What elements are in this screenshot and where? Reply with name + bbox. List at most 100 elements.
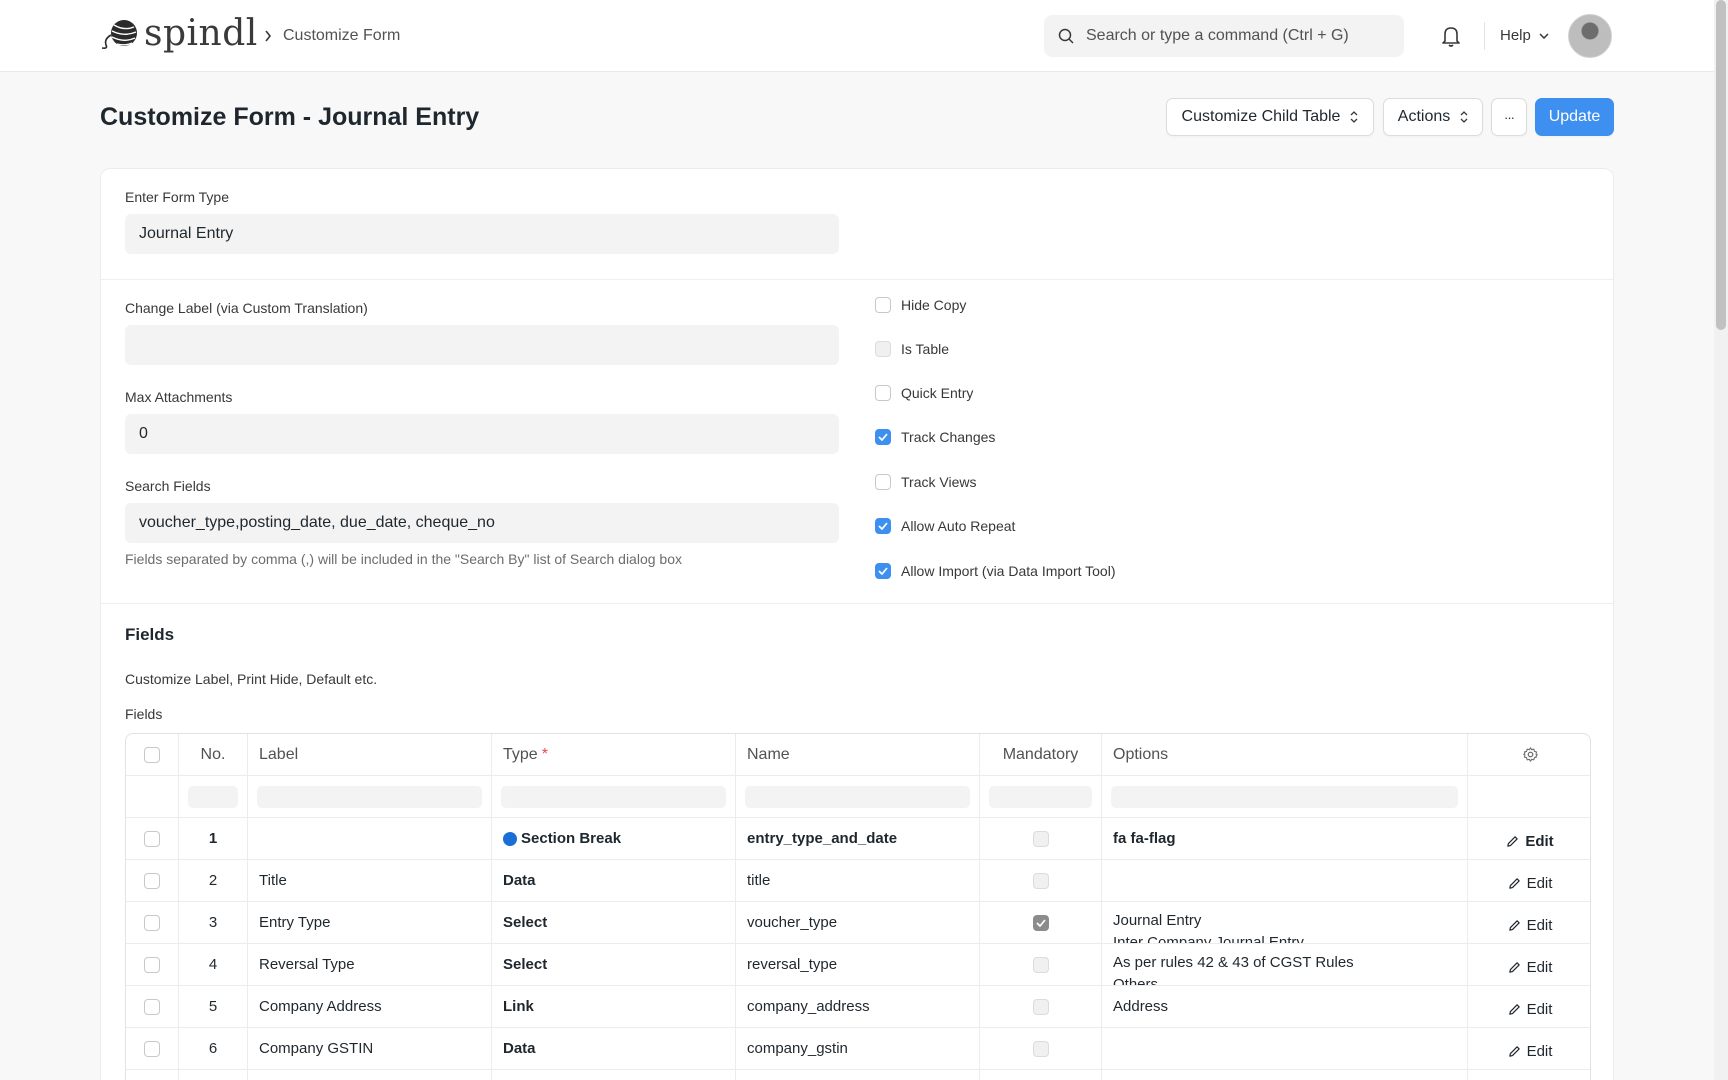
edit-button[interactable]: Edit	[1508, 1001, 1552, 1018]
filter-input-no[interactable]	[188, 785, 238, 808]
column-header-name: Name	[736, 734, 980, 775]
table-row[interactable]: 1 Section Break entry_type_and_date fa f…	[126, 818, 1590, 860]
row-options[interactable]	[1102, 860, 1468, 901]
select-all-checkbox[interactable]	[144, 746, 160, 763]
filter-input-mandatory[interactable]	[989, 785, 1092, 808]
filter-input-type[interactable]	[501, 785, 726, 808]
table-row[interactable]: 5 Company Address Link company_address A…	[126, 986, 1590, 1028]
checkbox-box[interactable]	[875, 563, 891, 579]
checkbox-label: Allow Import (via Data Import Tool)	[901, 563, 1116, 579]
row-label[interactable]: Entry Type	[248, 902, 492, 943]
row-label[interactable]: Reversal Type	[248, 944, 492, 985]
row-type[interactable]: Link	[492, 986, 736, 1027]
help-dropdown[interactable]: Help	[1500, 26, 1549, 46]
filter-input-options[interactable]	[1111, 785, 1458, 808]
edit-button[interactable]: Edit	[1508, 875, 1552, 892]
actions-button[interactable]: Actions	[1383, 98, 1483, 136]
allow-auto-repeat-checkbox[interactable]: Allow Auto Repeat	[875, 518, 1015, 534]
row-label[interactable]: Company GSTIN	[248, 1028, 492, 1069]
gear-icon[interactable]	[1522, 746, 1539, 763]
row-name[interactable]: reversal_type	[736, 944, 980, 985]
filter-cell	[1468, 776, 1590, 817]
filter-input-label[interactable]	[257, 785, 482, 808]
track-views-checkbox[interactable]: Track Views	[875, 474, 976, 490]
edit-button[interactable]: Edit	[1508, 959, 1552, 976]
scrollbar-thumb[interactable]	[1716, 0, 1726, 330]
row-type[interactable]: Data	[492, 1028, 736, 1069]
row-select-cell	[126, 1070, 179, 1080]
edit-button[interactable]: Edit	[1508, 1043, 1552, 1060]
table-row[interactable]: 6 Company GSTIN Data company_gstin Edit	[126, 1028, 1590, 1070]
table-row[interactable]: 4 Reversal Type Select reversal_type As …	[126, 944, 1590, 986]
row-name[interactable]	[736, 1070, 980, 1080]
page-scrollbar[interactable]	[1714, 0, 1728, 1080]
row-name[interactable]: company_address	[736, 986, 980, 1027]
row-options[interactable]: As per rules 42 & 43 of CGST Rules Other…	[1102, 944, 1468, 985]
mandatory-checkbox[interactable]	[1032, 998, 1049, 1015]
row-options[interactable]	[1102, 1028, 1468, 1069]
row-label[interactable]	[248, 1070, 492, 1080]
checkbox-box[interactable]	[875, 297, 891, 313]
mandatory-checkbox[interactable]	[1032, 830, 1049, 847]
row-options[interactable]: Journal Entry Inter Company Journal Entr…	[1102, 902, 1468, 943]
checkbox-box[interactable]	[875, 385, 891, 401]
search-fields-field[interactable]: voucher_type,posting_date, due_date, che…	[125, 503, 839, 543]
checkbox-box[interactable]	[875, 474, 891, 490]
row-label[interactable]: Title	[248, 860, 492, 901]
row-checkbox[interactable]	[144, 914, 160, 931]
row-no: 5	[179, 986, 248, 1027]
checkbox-box[interactable]	[875, 518, 891, 534]
is-table-checkbox[interactable]: Is Table	[875, 341, 949, 357]
track-changes-checkbox[interactable]: Track Changes	[875, 429, 995, 445]
row-options[interactable]: fa fa-flag	[1102, 818, 1468, 859]
checkbox-box[interactable]	[875, 429, 891, 445]
row-type-cell[interactable]: Section Break	[492, 818, 736, 859]
update-button[interactable]: Update	[1535, 98, 1614, 136]
breadcrumb-current[interactable]: Customize Form	[283, 26, 400, 46]
row-checkbox[interactable]	[144, 872, 160, 889]
max-attachments-field[interactable]: 0	[125, 414, 839, 454]
bell-icon[interactable]	[1440, 24, 1462, 48]
spindl-logo[interactable]: spindl	[100, 14, 258, 54]
table-row[interactable]	[126, 1070, 1590, 1080]
row-name[interactable]: company_gstin	[736, 1028, 980, 1069]
search-icon	[1058, 28, 1074, 44]
checkbox-box[interactable]	[875, 341, 891, 357]
hide-copy-checkbox[interactable]: Hide Copy	[875, 297, 966, 313]
mandatory-checkbox[interactable]	[1032, 914, 1049, 931]
avatar[interactable]	[1568, 14, 1612, 58]
mandatory-checkbox[interactable]	[1032, 872, 1049, 889]
column-header-text: Mandatory	[1002, 745, 1079, 763]
row-label[interactable]: Company Address	[248, 986, 492, 1027]
quick-entry-checkbox[interactable]: Quick Entry	[875, 385, 973, 401]
change-label-field[interactable]	[125, 325, 839, 365]
more-options-button[interactable]: ···	[1491, 98, 1527, 136]
row-options[interactable]	[1102, 1070, 1468, 1080]
chevron-down-icon	[1539, 33, 1549, 39]
row-no: 4	[179, 944, 248, 985]
row-checkbox[interactable]	[144, 830, 160, 847]
row-name[interactable]: voucher_type	[736, 902, 980, 943]
row-checkbox[interactable]	[144, 1040, 160, 1057]
row-options[interactable]: Address	[1102, 986, 1468, 1027]
edit-button[interactable]: Edit	[1506, 833, 1554, 850]
edit-button[interactable]: Edit	[1508, 917, 1552, 934]
customize-child-table-button[interactable]: Customize Child Table	[1166, 98, 1374, 136]
allow-import-checkbox[interactable]: Allow Import (via Data Import Tool)	[875, 563, 1115, 579]
filter-input-name[interactable]	[745, 785, 970, 808]
table-row[interactable]: 3 Entry Type Select voucher_type Journal…	[126, 902, 1590, 944]
mandatory-checkbox[interactable]	[1032, 1040, 1049, 1057]
mandatory-checkbox[interactable]	[1032, 956, 1049, 973]
row-type[interactable]: Select	[492, 944, 736, 985]
row-name[interactable]: title	[736, 860, 980, 901]
row-type[interactable]	[492, 1070, 736, 1080]
row-checkbox[interactable]	[144, 998, 160, 1015]
row-label[interactable]	[248, 818, 492, 859]
form-type-field[interactable]: Journal Entry	[125, 214, 839, 254]
table-row[interactable]: 2 Title Data title Edit	[126, 860, 1590, 902]
row-checkbox[interactable]	[144, 956, 160, 973]
row-type[interactable]: Select	[492, 902, 736, 943]
row-type[interactable]: Data	[492, 860, 736, 901]
row-name[interactable]: entry_type_and_date	[736, 818, 980, 859]
search-input[interactable]: Search or type a command (Ctrl + G)	[1044, 15, 1404, 57]
